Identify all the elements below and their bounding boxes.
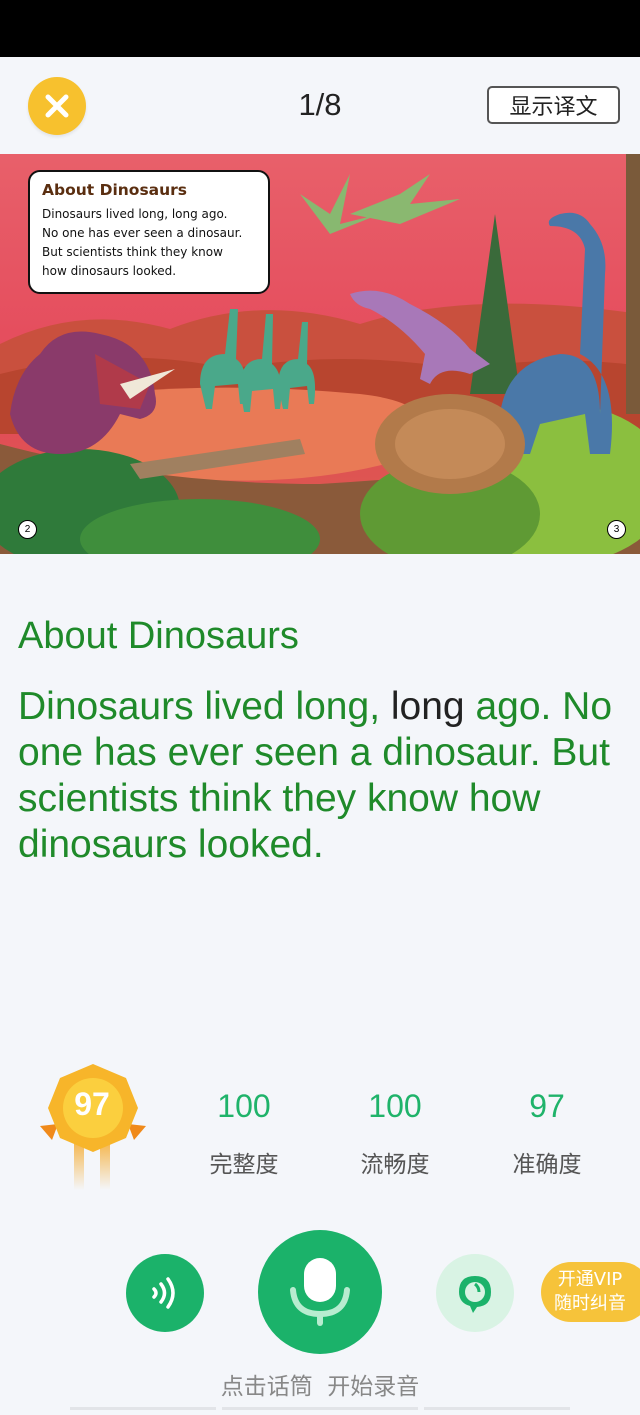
metric-fluency: 100 流畅度 — [335, 1088, 455, 1179]
metric-accuracy: 97 准确度 — [487, 1088, 607, 1179]
caption-line: But scientists think they know — [42, 245, 223, 259]
right-page-number: 3 — [607, 520, 626, 539]
microphone-icon — [290, 1258, 350, 1326]
caption-line: how dinosaurs looked. — [42, 264, 177, 278]
status-bar — [0, 0, 640, 57]
header: 1/8 显示译文 — [0, 57, 640, 154]
mic-hint-text: 点击话筒 开始录音 — [220, 1374, 420, 1400]
metric-value: 97 — [529, 1088, 565, 1124]
speech-bubble-icon — [459, 1276, 491, 1313]
score-medal-icon — [40, 1064, 146, 1190]
page-caption-box: About Dinosaurs Dinosaurs lived long, lo… — [28, 170, 270, 294]
metric-label: 流畅度 — [360, 1152, 430, 1178]
story-text: Dinosaurs lived long, long ago. No one h… — [18, 684, 618, 868]
metric-value: 100 — [217, 1088, 271, 1124]
playback-recording-button[interactable] — [436, 1254, 514, 1332]
caption-title: About Dinosaurs — [42, 181, 188, 199]
metric-value: 100 — [368, 1088, 422, 1124]
caption-text: Dinosaurs lived long, long ago. No one h… — [42, 205, 256, 281]
overall-score: 97 — [74, 1086, 110, 1122]
metric-label: 准确度 — [512, 1152, 582, 1178]
sound-wave-icon — [152, 1277, 175, 1309]
vip-line-2: 随时纠音 — [554, 1293, 626, 1314]
bottom-divider — [222, 1407, 418, 1410]
show-translation-button[interactable]: 显示译文 — [487, 86, 620, 124]
bottom-divider — [70, 1407, 216, 1410]
bottom-divider — [424, 1407, 570, 1410]
record-microphone-button[interactable] — [258, 1230, 382, 1354]
vip-line-1: 开通VIP — [557, 1269, 623, 1290]
story-text-before: Dinosaurs lived long, — [18, 685, 391, 728]
play-audio-button[interactable] — [126, 1254, 204, 1332]
story-text-highlight: long — [390, 685, 465, 728]
metric-label: 完整度 — [209, 1152, 279, 1178]
caption-line: No one has ever seen a dinosaur. — [42, 226, 243, 240]
caption-line: Dinosaurs lived long, long ago. — [42, 207, 228, 221]
story-illustration: About Dinosaurs Dinosaurs lived long, lo… — [0, 154, 640, 554]
metric-completeness: 100 完整度 — [184, 1088, 304, 1179]
left-page-number: 2 — [18, 520, 37, 539]
vip-upgrade-badge[interactable]: 开通VIP 随时纠音 — [541, 1262, 640, 1322]
story-title: About Dinosaurs — [18, 615, 299, 657]
